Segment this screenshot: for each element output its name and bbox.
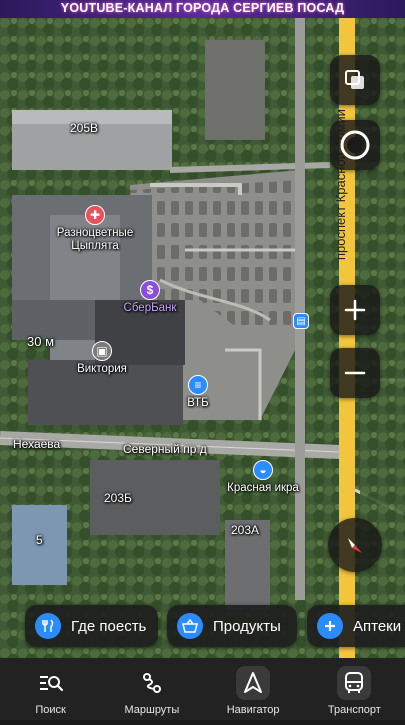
- bus-icon: [337, 666, 372, 700]
- bottom-navigation: Поиск Маршруты Навигатор Транспорт: [0, 658, 405, 720]
- chip-where-to-eat[interactable]: Где поесть: [25, 605, 158, 647]
- basket-icon: [177, 613, 203, 639]
- nav-label: Транспорт: [327, 704, 381, 716]
- compass-icon: [348, 538, 362, 553]
- building-number-203a: 203А: [231, 523, 260, 537]
- plus-icon: [317, 613, 343, 639]
- poi-label: ВТБ: [187, 397, 209, 409]
- distance-label: 30 м: [27, 334, 55, 349]
- transit-stop[interactable]: ▤: [293, 313, 309, 329]
- search-list-icon: [34, 666, 68, 700]
- cross-icon: ✚: [85, 205, 105, 225]
- nav-search[interactable]: Поиск: [0, 658, 101, 720]
- zoom-out-button[interactable]: [330, 348, 380, 398]
- bus-stop-icon: ▤: [293, 313, 309, 329]
- chip-label: Где поесть: [71, 617, 147, 635]
- nav-label: Навигатор: [226, 704, 280, 716]
- poi-krasnaya-ikra[interactable]: ◒ Красная икра: [218, 460, 308, 495]
- minus-icon: [344, 371, 366, 375]
- bank-icon: ≡: [188, 375, 208, 395]
- fork-knife-icon: [35, 613, 61, 639]
- nav-label: Поиск: [35, 704, 66, 716]
- navigator-arrow-icon: [236, 666, 271, 700]
- building-number-205v: 205В: [70, 121, 99, 135]
- route-icon: [135, 666, 169, 700]
- channel-banner: YOUTUBE-КАНАЛ ГОРОДА СЕРГИЕВ ПОСАД: [0, 0, 405, 18]
- alice-icon: [340, 130, 370, 160]
- poi-label: Красная икра: [227, 482, 299, 494]
- building-number-203b: 203Б: [104, 491, 132, 505]
- chip-label: Продукты: [213, 617, 281, 635]
- nav-label: Маршруты: [124, 704, 180, 716]
- building-number-5: 5: [36, 533, 43, 547]
- street-label-nekhaeva: Нехаева: [13, 437, 61, 451]
- poi-label: Виктория: [77, 363, 127, 375]
- layers-button[interactable]: [330, 55, 380, 105]
- poi-label: СберБанк: [123, 302, 177, 314]
- chip-groceries[interactable]: Продукты: [167, 605, 297, 647]
- poi-label: Разноцветные Цыплята: [56, 227, 134, 252]
- compass-button[interactable]: [328, 518, 382, 572]
- bag-icon: ▣: [92, 341, 112, 361]
- layers-icon: [345, 70, 364, 89]
- poi-sberbank[interactable]: $ СберБанк: [118, 280, 182, 315]
- basket-icon: ◒: [253, 460, 273, 480]
- plus-icon: [344, 299, 366, 321]
- alice-voice-button[interactable]: [330, 120, 380, 170]
- nav-transport[interactable]: Транспорт: [304, 658, 405, 720]
- street-label-severny: Северный пр д: [123, 442, 207, 456]
- poi-viktoriya[interactable]: ▣ Виктория: [62, 341, 142, 376]
- poi-raznotsvetnye[interactable]: ✚ Разноцветные Цыплята: [50, 205, 140, 253]
- zoom-in-button[interactable]: [330, 285, 380, 335]
- bank-icon: $: [140, 280, 160, 300]
- nav-navigator[interactable]: Навигатор: [203, 658, 304, 720]
- nav-routes[interactable]: Маршруты: [101, 658, 202, 720]
- poi-vtb[interactable]: ≡ ВТБ: [178, 375, 218, 410]
- chip-label: Аптеки: [353, 617, 402, 635]
- chip-pharmacies[interactable]: Аптеки: [307, 605, 405, 647]
